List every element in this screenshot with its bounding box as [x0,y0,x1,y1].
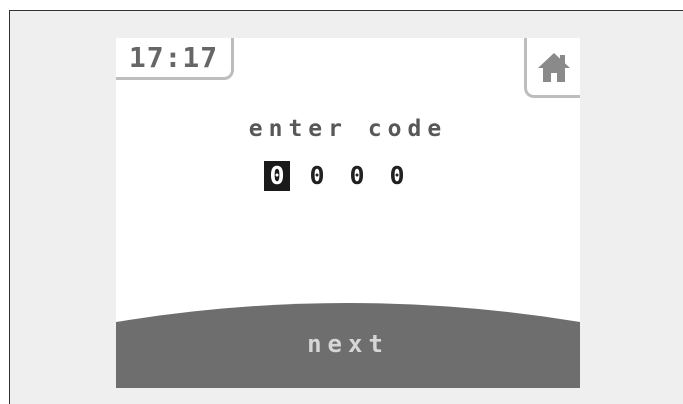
clock-display: 17:17 [116,38,234,80]
display-screen: 17:17 enter code 0 0 0 0 next [116,38,580,388]
home-icon [537,52,570,82]
code-digit-1[interactable]: 0 [264,161,290,191]
home-button[interactable] [524,38,580,98]
code-digit-3[interactable]: 0 [344,161,370,191]
code-digit-4[interactable]: 0 [384,161,410,191]
code-input[interactable]: 0 0 0 0 [264,161,424,191]
next-label[interactable]: next [116,330,580,358]
code-digit-2[interactable]: 0 [304,161,330,191]
enter-code-prompt: enter code [248,116,448,142]
